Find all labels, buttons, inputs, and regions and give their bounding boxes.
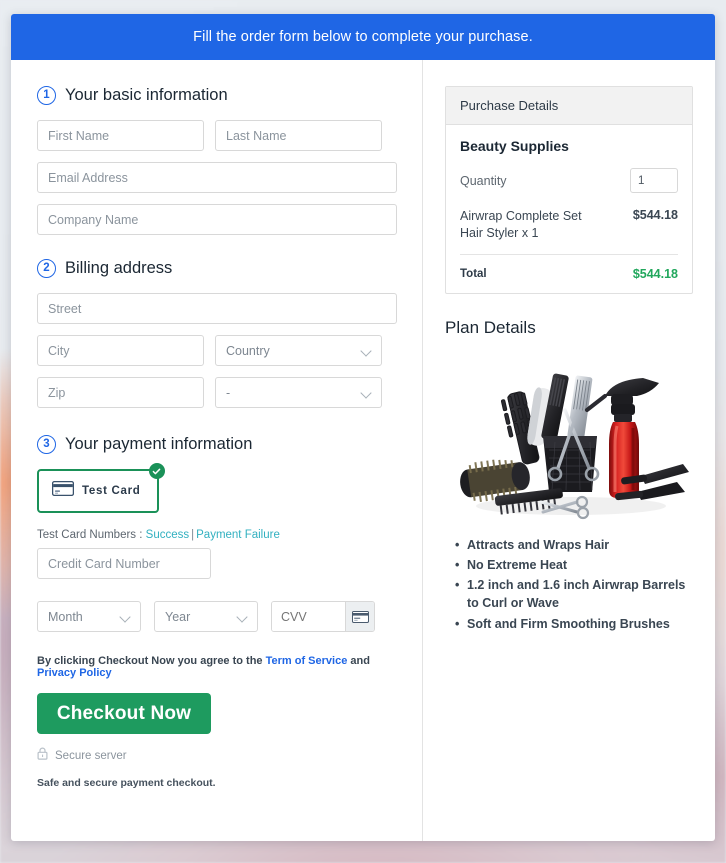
step-number-badge-2: 2	[37, 259, 56, 278]
country-select[interactable]: Country	[215, 335, 382, 366]
expiry-cvv-row: Month Year	[37, 601, 397, 632]
card-body: 1 Your basic information 2 Billing addre…	[11, 60, 715, 841]
company-field-row	[37, 204, 397, 235]
expiry-year-select[interactable]: Year	[154, 601, 258, 632]
step-title-billing-address: Billing address	[65, 259, 173, 277]
check-circle-icon	[148, 463, 165, 479]
test-card-numbers-line: Test Card Numbers : Success | Payment Fail…	[37, 529, 397, 541]
safe-checkout-note: Safe and secure payment checkout.	[37, 777, 216, 789]
state-select-wrapper: -	[215, 377, 382, 408]
secure-server-label: Secure server	[55, 750, 127, 762]
plan-feature-list: Attracts and Wraps Hair No Extreme Heat …	[445, 536, 693, 633]
order-form-column: 1 Your basic information 2 Billing addre…	[11, 60, 423, 841]
street-field-row	[37, 293, 397, 324]
test-card-success-link[interactable]: Success	[146, 529, 189, 541]
last-name-input[interactable]	[215, 120, 382, 151]
table-row: Airwrap Complete Set Hair Styler x 1 $54…	[460, 208, 678, 255]
plan-details-title: Plan Details	[445, 318, 536, 337]
step-header-billing-address: 2 Billing address	[37, 259, 397, 278]
list-item: Soft and Firm Smoothing Brushes	[455, 615, 693, 633]
email-input[interactable]	[37, 162, 397, 193]
lock-icon	[37, 747, 48, 765]
purchase-details-title: Purchase Details	[446, 87, 692, 125]
line-item-name: Airwrap Complete Set Hair Styler x 1	[460, 209, 582, 240]
cvv-field-group	[271, 601, 375, 632]
test-card-numbers-prefix: Test Card Numbers :	[37, 529, 146, 541]
street-input[interactable]	[37, 293, 397, 324]
payment-information-section: 3 Your payment information Test Card Tes…	[37, 435, 397, 789]
terms-prefix: By clicking Checkout Now you agree to th…	[37, 655, 266, 667]
checkout-card: Fill the order form below to complete yo…	[11, 14, 715, 841]
total-label: Total	[460, 268, 487, 280]
company-name-input[interactable]	[37, 204, 397, 235]
payment-method-test-card[interactable]: Test Card	[37, 463, 165, 513]
list-item: No Extreme Heat	[455, 556, 693, 574]
cvv-input[interactable]	[272, 602, 345, 631]
terms-conjunction: and	[347, 655, 370, 667]
test-card-failure-link[interactable]: Payment Failure	[196, 529, 280, 541]
purchase-details-body: Beauty Supplies Quantity Airwrap Complet…	[446, 125, 692, 293]
expiry-month-select[interactable]: Month	[37, 601, 141, 632]
zip-input[interactable]	[37, 377, 204, 408]
banner-message: Fill the order form below to complete yo…	[193, 29, 533, 45]
product-group-name: Beauty Supplies	[460, 138, 569, 154]
secure-server-row: Secure server	[37, 747, 397, 765]
first-name-input[interactable]	[37, 120, 204, 151]
privacy-policy-link[interactable]: Privacy Policy	[37, 667, 112, 679]
term-of-service-link[interactable]: Term of Service	[266, 655, 348, 667]
year-select-wrapper: Year	[154, 601, 258, 632]
step-number-badge-3: 3	[37, 435, 56, 454]
plan-product-image	[445, 352, 693, 520]
order-total-row: Total $544.18	[460, 255, 678, 281]
page-banner: Fill the order form below to complete yo…	[11, 14, 715, 60]
name-fields-row	[37, 120, 397, 151]
step-title-payment-information: Your payment information	[65, 435, 253, 453]
credit-card-icon	[345, 602, 374, 631]
city-input[interactable]	[37, 335, 204, 366]
line-item-price: $544.18	[632, 208, 678, 222]
city-country-row: Country	[37, 335, 397, 366]
country-select-wrapper: Country	[215, 335, 382, 366]
payment-method-label: Test Card	[82, 485, 141, 497]
terms-agreement-line: By clicking Checkout Now you agree to th…	[37, 655, 397, 679]
step-title-basic-information: Your basic information	[65, 86, 228, 104]
checkout-now-button[interactable]: Checkout Now	[37, 693, 211, 734]
billing-address-section: 2 Billing address Country	[37, 259, 397, 408]
quantity-input[interactable]	[630, 168, 678, 193]
step-header-basic-information: 1 Your basic information	[37, 86, 397, 105]
credit-card-number-input[interactable]	[37, 548, 211, 579]
step-number-badge-1: 1	[37, 86, 56, 105]
order-summary-column: Purchase Details Beauty Supplies Quantit…	[423, 60, 715, 841]
list-item: 1.2 inch and 1.6 inch Airwrap Barrels to…	[455, 576, 693, 612]
credit-card-number-row	[37, 548, 397, 579]
purchase-details-panel: Purchase Details Beauty Supplies Quantit…	[445, 86, 693, 294]
credit-card-icon	[51, 480, 75, 501]
step-header-payment-information: 3 Your payment information	[37, 435, 397, 454]
quantity-label: Quantity	[460, 173, 507, 188]
list-item: Attracts and Wraps Hair	[455, 536, 693, 554]
quantity-row: Quantity	[460, 168, 678, 193]
email-field-row	[37, 162, 397, 193]
zip-state-row: -	[37, 377, 397, 408]
month-select-wrapper: Month	[37, 601, 141, 632]
total-value: $544.18	[632, 267, 678, 281]
state-select[interactable]: -	[215, 377, 382, 408]
